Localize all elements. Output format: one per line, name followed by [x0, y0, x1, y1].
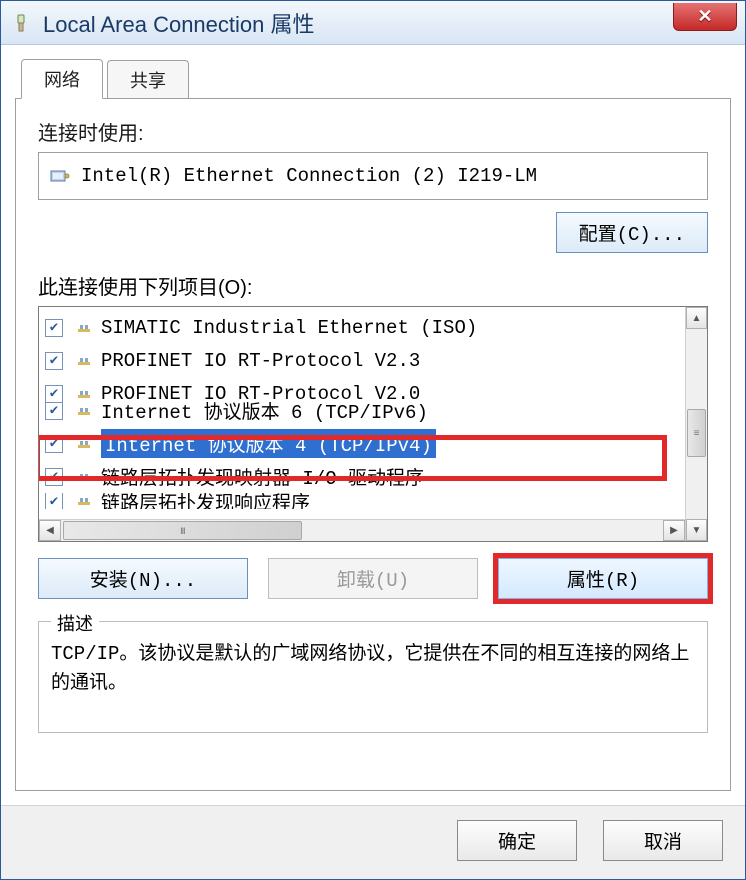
checkbox[interactable]: ✔: [45, 435, 63, 453]
protocol-icon: [75, 352, 93, 370]
list-item[interactable]: ✔ 链路层拓扑发现映射器 I/O 驱动程序: [43, 460, 681, 493]
list-item-label: 链路层拓扑发现映射器 I/O 驱动程序: [101, 463, 424, 490]
window-title: Local Area Connection 属性: [43, 7, 315, 39]
list-item-label: 链路层拓扑发现响应程序: [101, 493, 310, 509]
scroll-down-button[interactable]: ▼: [686, 519, 707, 541]
list-item-label: SIMATIC Industrial Ethernet (ISO): [101, 317, 477, 339]
connection-items-listbox[interactable]: ✔ SIMATIC Industrial Ethernet (ISO) ✔ PROFI…: [38, 306, 708, 542]
checkbox[interactable]: ✔: [45, 468, 63, 486]
properties-button[interactable]: 属性(R): [498, 558, 708, 599]
scroll-thumb-vertical[interactable]: [687, 409, 706, 457]
tab-strip: 网络 共享: [15, 59, 731, 99]
dialog-footer: 确定 取消: [1, 805, 745, 879]
list-item-label: Internet 协议版本 4 (TCP/IPv4): [101, 429, 436, 458]
items-label: 此连接使用下列项目(O):: [38, 271, 708, 300]
checkbox[interactable]: ✔: [45, 352, 63, 370]
close-button[interactable]: ✕: [673, 3, 737, 31]
checkbox[interactable]: ✔: [45, 402, 63, 420]
item-button-row: 安装(N)... 卸载(U) 属性(R): [38, 558, 708, 599]
uninstall-button: 卸载(U): [268, 558, 478, 599]
adapter-name-text: Intel(R) Ethernet Connection (2) I219-LM: [81, 165, 537, 187]
list-item[interactable]: ✔ 链路层拓扑发现响应程序: [43, 493, 681, 509]
scroll-up-button[interactable]: ▲: [686, 307, 707, 329]
protocol-icon: [75, 402, 93, 420]
vertical-scrollbar[interactable]: ▲ ▼: [685, 307, 707, 541]
list-item[interactable]: ✔ Internet 协议版本 6 (TCP/IPv6): [43, 394, 681, 427]
cancel-button[interactable]: 取消: [603, 820, 723, 861]
tab-page-network: 连接时使用: Intel(R) Ethernet Connection (2) …: [15, 98, 731, 791]
configure-button[interactable]: 配置(C)...: [556, 212, 708, 253]
properties-dialog: Local Area Connection 属性 ✕ 网络 共享 连接时使用: …: [0, 0, 746, 880]
horizontal-scrollbar[interactable]: ◀ ▶: [39, 519, 685, 541]
protocol-icon: [75, 493, 93, 509]
scroll-thumb-horizontal[interactable]: [63, 521, 302, 540]
ok-button[interactable]: 确定: [457, 820, 577, 861]
scroll-track-vertical[interactable]: [686, 329, 707, 519]
description-group: 描述 TCP/IP。该协议是默认的广域网络协议，它提供在不同的相互连接的网络上的…: [38, 621, 708, 733]
close-icon: ✕: [697, 6, 712, 27]
tab-network[interactable]: 网络: [21, 59, 103, 99]
client-area: 网络 共享 连接时使用: Intel(R) Ethernet Connectio…: [1, 45, 745, 805]
connect-using-label: 连接时使用:: [38, 117, 708, 146]
checkbox[interactable]: ✔: [45, 319, 63, 337]
install-button[interactable]: 安装(N)...: [38, 558, 248, 599]
protocol-icon: [75, 468, 93, 486]
window-icon: [9, 11, 33, 35]
protocol-icon: [75, 319, 93, 337]
title-bar[interactable]: Local Area Connection 属性 ✕: [1, 1, 745, 45]
scroll-track-horizontal[interactable]: [61, 520, 663, 541]
network-adapter-icon: [49, 165, 71, 187]
list-item[interactable]: ✔ PROFINET IO RT-Protocol V2.3: [43, 344, 681, 377]
tab-sharing[interactable]: 共享: [107, 60, 189, 99]
description-legend: 描述: [51, 610, 99, 636]
list-item[interactable]: ✔ Internet 协议版本 4 (TCP/IPv4): [43, 427, 681, 460]
adapter-display: Intel(R) Ethernet Connection (2) I219-LM: [38, 152, 708, 200]
list-item[interactable]: ✔ SIMATIC Industrial Ethernet (ISO): [43, 311, 681, 344]
checkbox[interactable]: ✔: [45, 493, 63, 509]
list-item-label: PROFINET IO RT-Protocol V2.3: [101, 350, 420, 372]
description-text: TCP/IP。该协议是默认的广域网络协议，它提供在不同的相互连接的网络上的通讯。: [51, 640, 695, 697]
list-item-label: Internet 协议版本 6 (TCP/IPv6): [101, 397, 428, 424]
scroll-left-button[interactable]: ◀: [39, 520, 61, 541]
scroll-right-button[interactable]: ▶: [663, 520, 685, 541]
protocol-icon: [75, 435, 93, 453]
